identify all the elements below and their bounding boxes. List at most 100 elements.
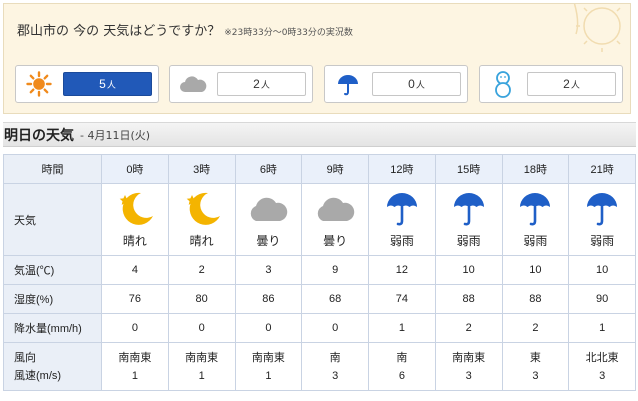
vote-cloudy-count: 2人 [217,72,306,96]
umbrella-icon [569,190,635,228]
wind-direction: 東 [529,351,541,364]
hour-cell: 9時 [301,154,369,184]
hour-cell: 15時 [434,154,503,184]
weather-cell: 弱雨 [434,183,503,256]
precipitation-row: 降水量(mm/h) 0 0 0 0 1 2 2 1 [3,313,636,343]
precipitation-cell: 0 [301,313,369,343]
precipitation-cell: 1 [368,313,436,343]
umbrella-icon [436,190,502,228]
precipitation-cell: 2 [434,313,503,343]
wind-row: 風向 風速(m/s) 南南東 1 南南東 1 南南東 1 南3 南6 南南東 3 東3 北… [3,342,636,391]
humidity-cell: 80 [167,284,236,314]
label-temperature: 気温(℃) [3,255,102,285]
humidity-cell: 86 [234,284,303,314]
label-wind-speed: 風速(m/s) [14,369,62,382]
hour-cell: 6時 [234,154,303,184]
wind-speed: 6 [398,369,405,382]
moon-icon [102,190,168,228]
weather-text: 曇り [256,234,281,248]
wind-direction: 北北東 [585,351,619,364]
weather-text: 弱雨 [456,234,481,248]
precipitation-cell: 0 [234,313,303,343]
wind-cell: 南南東 1 [101,342,169,391]
tomorrow-date: - 4月11日(火) [80,128,151,142]
weather-text: 晴れ [122,234,147,248]
vote-snowy-button[interactable]: 2人 [479,65,623,103]
temperature-cell: 4 [101,255,169,285]
vote-rainy-button[interactable]: 0人 [324,65,468,103]
weather-row: 天気 晴れ 晴れ 曇り 曇り 弱雨 弱雨 弱雨 弱雨 [3,183,636,256]
temperature-cell: 10 [501,255,570,285]
temperature-row: 気温(℃) 4 2 3 9 12 10 10 10 [3,255,636,285]
hour-cell: 3時 [167,154,236,184]
cloud-icon [179,70,207,98]
now-weather-note: ※23時33分～0時33分の実況数 [224,28,353,38]
wind-direction: 南 [329,351,341,364]
weather-text: 弱雨 [523,234,548,248]
wind-direction: 南南東 [185,351,219,364]
weather-cell: 曇り [301,183,369,256]
snowman-icon [489,70,517,98]
wind-cell: 南6 [368,342,436,391]
sun-decoration-icon [573,4,621,52]
tomorrow-title: 明日の天気 [4,127,74,144]
tomorrow-header: 明日の天気 - 4月11日(火) [3,122,636,147]
hour-cell: 0時 [101,154,169,184]
vote-sunny-button[interactable]: 5人 [15,65,159,103]
humidity-cell: 88 [434,284,503,314]
precipitation-cell: 0 [167,313,236,343]
label-wind: 風向風速(m/s) [3,342,102,391]
weather-text: 弱雨 [389,234,414,248]
now-weather-title: 郡山市の 今の 天気はどうですか？ ※23時33分～0時33分の実況数 [17,20,353,39]
hour-cell: 18時 [501,154,570,184]
weather-cell: 曇り [234,183,303,256]
cloud-icon [236,190,302,228]
vote-cloudy-button[interactable]: 2人 [169,65,313,103]
wind-direction: 南南東 [452,351,486,364]
vote-snowy-count: 2人 [527,72,616,96]
humidity-cell: 68 [301,284,369,314]
precipitation-cell: 2 [501,313,570,343]
weather-cell: 晴れ [101,183,169,256]
label-precipitation: 降水量(mm/h) [3,313,102,343]
cloud-icon [302,190,368,228]
wind-speed: 3 [532,369,539,382]
weather-cell: 弱雨 [501,183,570,256]
moon-icon [169,190,235,228]
weather-text: 弱雨 [590,234,615,248]
temperature-cell: 3 [234,255,303,285]
precipitation-cell: 1 [568,313,636,343]
wind-cell: 南南東 1 [167,342,236,391]
wind-direction: 南 [396,351,408,364]
wind-direction: 南南東 [251,351,285,364]
umbrella-icon [503,190,569,228]
humidity-cell: 76 [101,284,169,314]
now-weather-panel: 郡山市の 今の 天気はどうですか？ ※23時33分～0時33分の実況数 5人 2… [3,3,631,114]
vote-sunny-count: 5人 [63,72,152,96]
wind-speed: 3 [599,369,606,382]
label-wind-direction: 風向 [14,351,36,364]
temperature-cell: 9 [301,255,369,285]
weather-cell: 弱雨 [568,183,636,256]
forecast-table: 時間 0時 3時 6時 9時 12時 15時 18時 21時 天気 晴れ 晴れ … [3,154,636,391]
weather-cell: 晴れ [167,183,236,256]
wind-speed: 1 [131,369,138,382]
now-weather-question: 郡山市の 今の 天気はどうですか？ [17,24,221,39]
weather-cell: 弱雨 [368,183,436,256]
humidity-cell: 90 [568,284,636,314]
humidity-cell: 74 [368,284,436,314]
label-weather: 天気 [3,183,102,256]
humidity-row: 湿度(%) 76 80 86 68 74 88 88 90 [3,284,636,314]
wind-cell: 南3 [301,342,369,391]
temperature-cell: 12 [368,255,436,285]
hours-row: 時間 0時 3時 6時 9時 12時 15時 18時 21時 [3,154,636,184]
weather-text: 晴れ [189,234,214,248]
precipitation-cell: 0 [101,313,169,343]
wind-speed: 1 [198,369,205,382]
weather-text: 曇り [323,234,348,248]
wind-cell: 南南東 3 [434,342,503,391]
sun-icon [25,70,53,98]
hour-cell: 12時 [368,154,436,184]
temperature-cell: 10 [434,255,503,285]
label-time: 時間 [3,154,102,184]
